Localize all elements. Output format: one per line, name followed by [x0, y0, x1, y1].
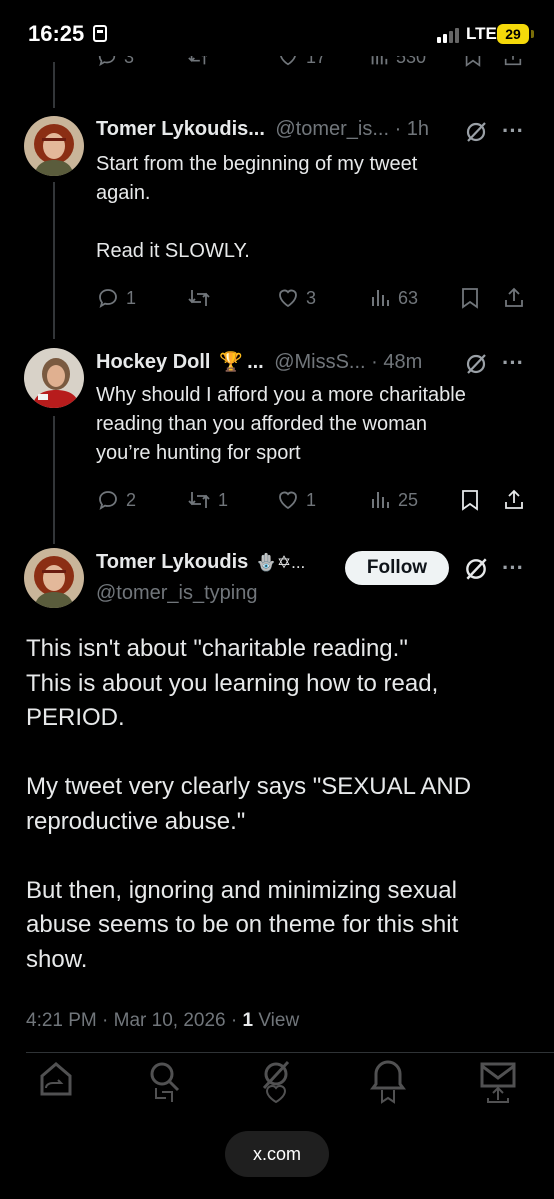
main-tweet-text: This isn't about "charitable reading." T… — [26, 635, 472, 973]
network-type: LTE — [466, 24, 497, 43]
author-handle-time[interactable]: @tomer_is... · 1h — [275, 118, 429, 140]
reply-count: 3 — [124, 56, 135, 67]
reply-button[interactable]: 2 — [96, 488, 136, 512]
bookmark-button[interactable] — [458, 286, 482, 310]
tweet-actions: 2 1 1 25 — [96, 488, 536, 518]
reply-icon — [99, 289, 117, 308]
like-count: 1 — [306, 489, 317, 510]
author-name[interactable]: Tomer Lykoudis... — [96, 118, 265, 140]
views-icon — [371, 56, 388, 65]
reply-button[interactable]: 1 — [96, 286, 136, 310]
messages-icon[interactable] — [478, 1058, 518, 1104]
repost-button[interactable]: 1 — [186, 488, 228, 512]
repost-button[interactable] — [186, 286, 212, 310]
reply-count: 1 — [126, 287, 137, 308]
thread-line — [53, 416, 55, 544]
search-icon[interactable] — [144, 1058, 184, 1104]
status-time: 16:25 — [28, 21, 85, 46]
signal-icon — [437, 27, 461, 43]
share-button[interactable] — [502, 286, 526, 310]
grok-icon[interactable] — [464, 120, 488, 144]
avatar-illustration — [24, 548, 84, 608]
repost-icon — [188, 290, 210, 306]
author-name-ellipsis: ... — [247, 351, 264, 373]
grok-icon[interactable] — [464, 352, 488, 376]
reply-icon — [98, 56, 116, 67]
screen-lock-icon — [93, 25, 107, 42]
share-icon — [505, 287, 523, 307]
more-options-icon[interactable]: ··· — [502, 350, 524, 376]
repost-count: 1 — [218, 489, 229, 510]
avatar-illustration — [24, 116, 84, 176]
timestamp[interactable]: 4:21 PM · Mar 10, 2026 · — [26, 1010, 243, 1031]
share-icon — [505, 489, 523, 509]
avatar[interactable] — [24, 548, 84, 608]
avatar-photo — [24, 348, 84, 408]
bookmark-icon — [462, 288, 478, 309]
heart-icon — [279, 491, 297, 510]
avatar[interactable] — [24, 348, 84, 408]
home-icon[interactable] — [36, 1058, 76, 1104]
like-count: 3 — [306, 287, 317, 308]
view-count: 1 — [242, 1010, 254, 1031]
view-count: 63 — [398, 287, 419, 308]
bookmark-icon — [462, 490, 478, 511]
bookmark-button[interactable] — [462, 56, 484, 68]
heart-icon — [280, 56, 296, 66]
like-button[interactable]: 17 — [276, 56, 326, 68]
trophy-icon: 🏆 — [218, 352, 243, 373]
thread-line — [53, 62, 55, 108]
views-button[interactable]: 530 — [368, 56, 426, 68]
repost-button[interactable] — [186, 56, 210, 68]
view-label: View — [253, 1010, 300, 1031]
divider — [26, 1052, 554, 1053]
like-button[interactable]: 3 — [276, 286, 316, 310]
status-bar: 16:25 LTE 29 — [0, 0, 554, 62]
bottom-tab-bar — [0, 1058, 554, 1118]
author-handle[interactable]: @tomer_is_typing — [96, 582, 257, 605]
reply-count: 2 — [126, 489, 137, 510]
thread-line — [53, 182, 55, 339]
bookmark-button[interactable] — [458, 488, 482, 512]
reply-icon — [99, 491, 117, 510]
tweet-text: Why should I afford you a more charitabl… — [96, 384, 466, 464]
tweet-text: Start from the beginning of my tweet aga… — [96, 153, 418, 262]
tweet-actions: 1 3 63 — [96, 286, 536, 316]
notifications-icon[interactable] — [368, 1058, 408, 1104]
views-button[interactable]: 63 — [368, 286, 418, 310]
grok-icon[interactable] — [463, 556, 489, 582]
more-options-icon[interactable]: ··· — [502, 555, 524, 581]
author-name[interactable]: Hockey Doll — [96, 351, 210, 373]
author-handle-time[interactable]: @MissS... · 48m — [274, 351, 422, 373]
tweet-metadata: 4:21 PM · Mar 10, 2026 · 1 View — [26, 1010, 299, 1032]
like-button[interactable]: 1 — [276, 488, 316, 512]
view-count: 530 — [396, 56, 427, 67]
repost-icon — [188, 492, 210, 508]
share-icon — [504, 56, 522, 66]
like-count: 17 — [306, 56, 327, 67]
reply-button[interactable]: 3 — [96, 56, 134, 68]
heart-icon — [279, 289, 297, 308]
repost-icon — [188, 56, 208, 65]
follow-button[interactable]: Follow — [345, 551, 449, 585]
view-count: 25 — [398, 489, 419, 510]
grok-tab-icon[interactable] — [256, 1058, 296, 1104]
browser-url-bar[interactable]: x.com — [225, 1131, 329, 1177]
more-options-icon[interactable]: ··· — [502, 118, 524, 144]
avatar[interactable] — [24, 116, 84, 176]
author-name-emoji: 🪬✡... — [255, 553, 306, 572]
author-name[interactable]: Tomer Lykoudis — [96, 551, 248, 573]
views-icon — [372, 492, 389, 508]
battery-indicator: 29 — [497, 24, 534, 44]
previous-tweet-actions: 3 17 530 — [96, 56, 536, 78]
views-icon — [372, 290, 389, 306]
share-button[interactable] — [502, 488, 526, 512]
share-button[interactable] — [502, 56, 524, 68]
bookmark-icon — [465, 56, 481, 67]
views-button[interactable]: 25 — [368, 488, 418, 512]
